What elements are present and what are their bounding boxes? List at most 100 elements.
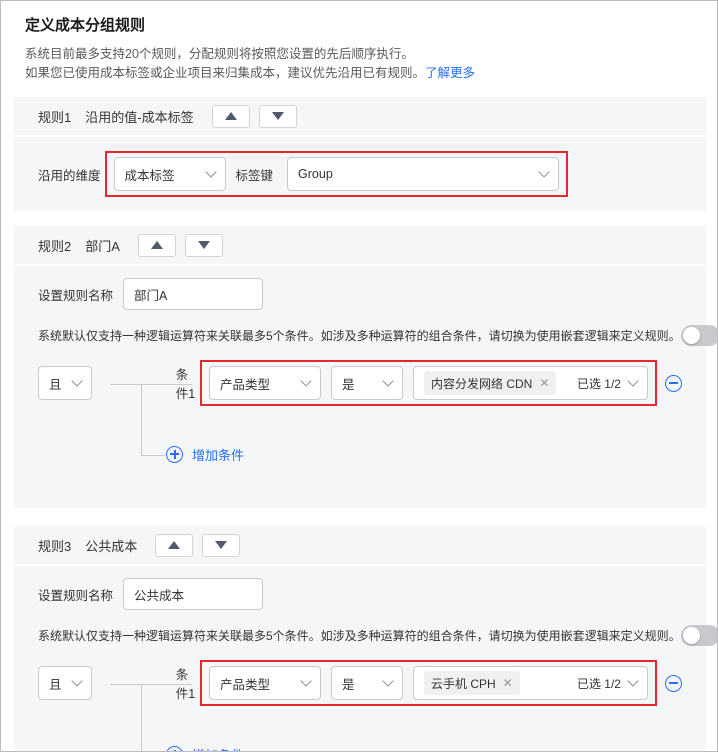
cost-grouping-rules-panel: 定义成本分组规则 系统目前最多支持20个规则，分配规则将按照您设置的先后顺序执行… <box>0 0 718 752</box>
minus-circle-icon <box>665 674 682 692</box>
move-up-button[interactable] <box>211 104 250 128</box>
condition-row: 且 条件1 产品类型 是 <box>38 360 682 406</box>
move-up-button[interactable] <box>155 533 194 557</box>
rule2-header: 规则2 部门A <box>14 226 706 266</box>
chip-close-icon[interactable]: ✕ <box>539 376 549 390</box>
value-multiselect[interactable]: 云手机 CPH ✕ 已选 1/2 <box>413 666 648 700</box>
comparator-select-value: 是 <box>342 677 355 692</box>
tree-connector-line <box>141 384 142 456</box>
selected-count-text: 已选 1/2 <box>576 676 621 691</box>
chip-close-icon[interactable]: ✕ <box>503 676 513 690</box>
rule3-header: 规则3 公共成本 <box>14 526 706 566</box>
add-condition-label: 增加条件 <box>192 745 244 752</box>
page-title: 定义成本分组规则 <box>25 17 146 34</box>
chevron-down-icon <box>627 675 639 687</box>
chevron-down-icon <box>204 166 217 178</box>
rule-name-label: 设置规则名称 <box>38 588 114 603</box>
field-select-value: 产品类型 <box>220 377 271 392</box>
tree-connector-line <box>141 455 165 456</box>
chevron-down-icon <box>382 375 394 387</box>
annotation-rect-rule2: 产品类型 是 内容分发网络 CDN ✕ 已选 1/2 <box>200 360 657 406</box>
move-up-button[interactable] <box>137 233 176 257</box>
rule-name-row: 设置规则名称 <box>38 578 682 610</box>
rule-name-input[interactable] <box>123 278 264 310</box>
chevron-down-icon <box>71 375 83 387</box>
field-select-value: 产品类型 <box>220 677 271 692</box>
logic-note-text: 系统默认仅支持一种逻辑运算符来关联最多5个条件。如涉及多种运算符的组合条件，请切… <box>38 328 681 343</box>
tag-key-select-value: Group <box>298 167 333 181</box>
down-arrow-icon <box>271 112 284 120</box>
logic-note-row: 系统默认仅支持一种逻辑运算符来关联最多5个条件。如涉及多种运算符的组合条件，请切… <box>38 625 717 646</box>
rule-index: 规则1 <box>38 109 72 125</box>
dimension-select[interactable]: 成本标签 <box>113 157 226 191</box>
comparator-select-value: 是 <box>342 377 355 392</box>
move-down-button[interactable] <box>184 233 223 257</box>
condition-label: 条件1 <box>175 368 196 401</box>
plus-circle-icon <box>166 445 183 463</box>
rule-index: 规则3 <box>38 538 72 554</box>
comparator-select[interactable]: 是 <box>331 666 403 700</box>
logic-note-text: 系统默认仅支持一种逻辑运算符来关联最多5个条件。如涉及多种运算符的组合条件，请切… <box>38 628 681 643</box>
dimension-select-value: 成本标签 <box>124 168 175 183</box>
toggle-knob <box>682 627 700 644</box>
up-arrow-icon <box>168 541 181 549</box>
rule-index: 规则2 <box>38 238 72 254</box>
move-down-button[interactable] <box>202 533 241 557</box>
remove-condition-button[interactable] <box>665 374 682 392</box>
logic-operator-value: 且 <box>49 377 62 392</box>
rule2-body: 设置规则名称 系统默认仅支持一种逻辑运算符来关联最多5个条件。如涉及多种运算符的… <box>14 266 717 508</box>
tag-key-select[interactable]: Group <box>287 157 560 191</box>
rule-title: 部门A <box>85 238 120 254</box>
rule-name-input[interactable] <box>123 578 264 610</box>
down-arrow-icon <box>215 541 228 549</box>
chevron-down-icon <box>627 375 639 387</box>
logic-operator-select[interactable]: 且 <box>38 366 92 400</box>
rule1-header: 规则1 沿用的值-成本标签 <box>14 97 706 137</box>
rule-name-row: 设置规则名称 <box>38 278 682 310</box>
inherit-dimension-label: 沿用的维度 <box>38 168 101 183</box>
logic-operator-select[interactable]: 且 <box>38 666 92 700</box>
annotation-rect-rule1: 成本标签 标签键 Group <box>104 151 569 197</box>
comparator-select[interactable]: 是 <box>331 366 403 400</box>
annotation-rect-rule3: 产品类型 是 云手机 CPH ✕ 已选 1/2 <box>200 660 657 706</box>
rule-title: 沿用的值-成本标签 <box>85 109 194 125</box>
chevron-down-icon <box>538 166 550 178</box>
toggle-knob <box>682 327 700 344</box>
rule-card-3: 规则3 公共成本 设置规则名称 系统默认仅支持一种逻辑运算符来关联最多5个条件。… <box>14 526 717 752</box>
page-header: 定义成本分组规则 系统目前最多支持20个规则，分配规则将按照您设置的先后顺序执行… <box>1 1 717 83</box>
add-condition-label: 增加条件 <box>192 447 245 463</box>
selected-tag-text: 内容分发网络 CDN <box>431 376 533 391</box>
chevron-down-icon <box>300 675 312 687</box>
plus-circle-icon <box>166 745 183 751</box>
tree-connector-line <box>110 684 192 685</box>
remove-condition-button[interactable] <box>665 674 682 692</box>
tree-connector-line <box>141 684 142 751</box>
tree-connector-line <box>110 384 192 385</box>
up-arrow-icon <box>150 241 163 249</box>
selected-tag-text: 云手机 CPH <box>431 676 496 691</box>
condition-area: 且 条件1 产品类型 是 <box>38 360 682 464</box>
nested-logic-toggle[interactable] <box>680 325 717 346</box>
value-multiselect[interactable]: 内容分发网络 CDN ✕ 已选 1/2 <box>413 366 648 400</box>
logic-operator-value: 且 <box>49 677 62 692</box>
field-select[interactable]: 产品类型 <box>209 366 321 400</box>
move-down-button[interactable] <box>258 104 297 128</box>
page-description-line2: 如果您已使用成本标签或企业项目来归集成本，建议优先沿用已有规则。了解更多 <box>25 64 693 83</box>
add-condition-row[interactable]: 增加条件 <box>166 444 682 464</box>
rule-title: 公共成本 <box>85 538 138 554</box>
add-condition-row[interactable]: 增加条件 <box>166 744 682 752</box>
chevron-down-icon <box>300 375 312 387</box>
rule3-body: 设置规则名称 系统默认仅支持一种逻辑运算符来关联最多5个条件。如涉及多种运算符的… <box>14 566 717 752</box>
field-select[interactable]: 产品类型 <box>209 666 321 700</box>
rule1-body: 沿用的维度 成本标签 标签键 Group <box>14 137 706 211</box>
up-arrow-icon <box>224 112 237 120</box>
nested-logic-toggle[interactable] <box>680 625 717 646</box>
tag-key-label: 标签键 <box>235 168 274 183</box>
down-arrow-icon <box>197 241 210 249</box>
chevron-down-icon <box>71 675 83 687</box>
minus-circle-icon <box>665 374 682 392</box>
rule-card-2: 规则2 部门A 设置规则名称 系统默认仅支持一种逻辑运算符来关联最多5个条件。如… <box>14 226 717 508</box>
rule-name-label: 设置规则名称 <box>38 288 114 303</box>
learn-more-link[interactable]: 了解更多 <box>425 66 475 80</box>
selected-count-text: 已选 1/2 <box>576 376 621 391</box>
